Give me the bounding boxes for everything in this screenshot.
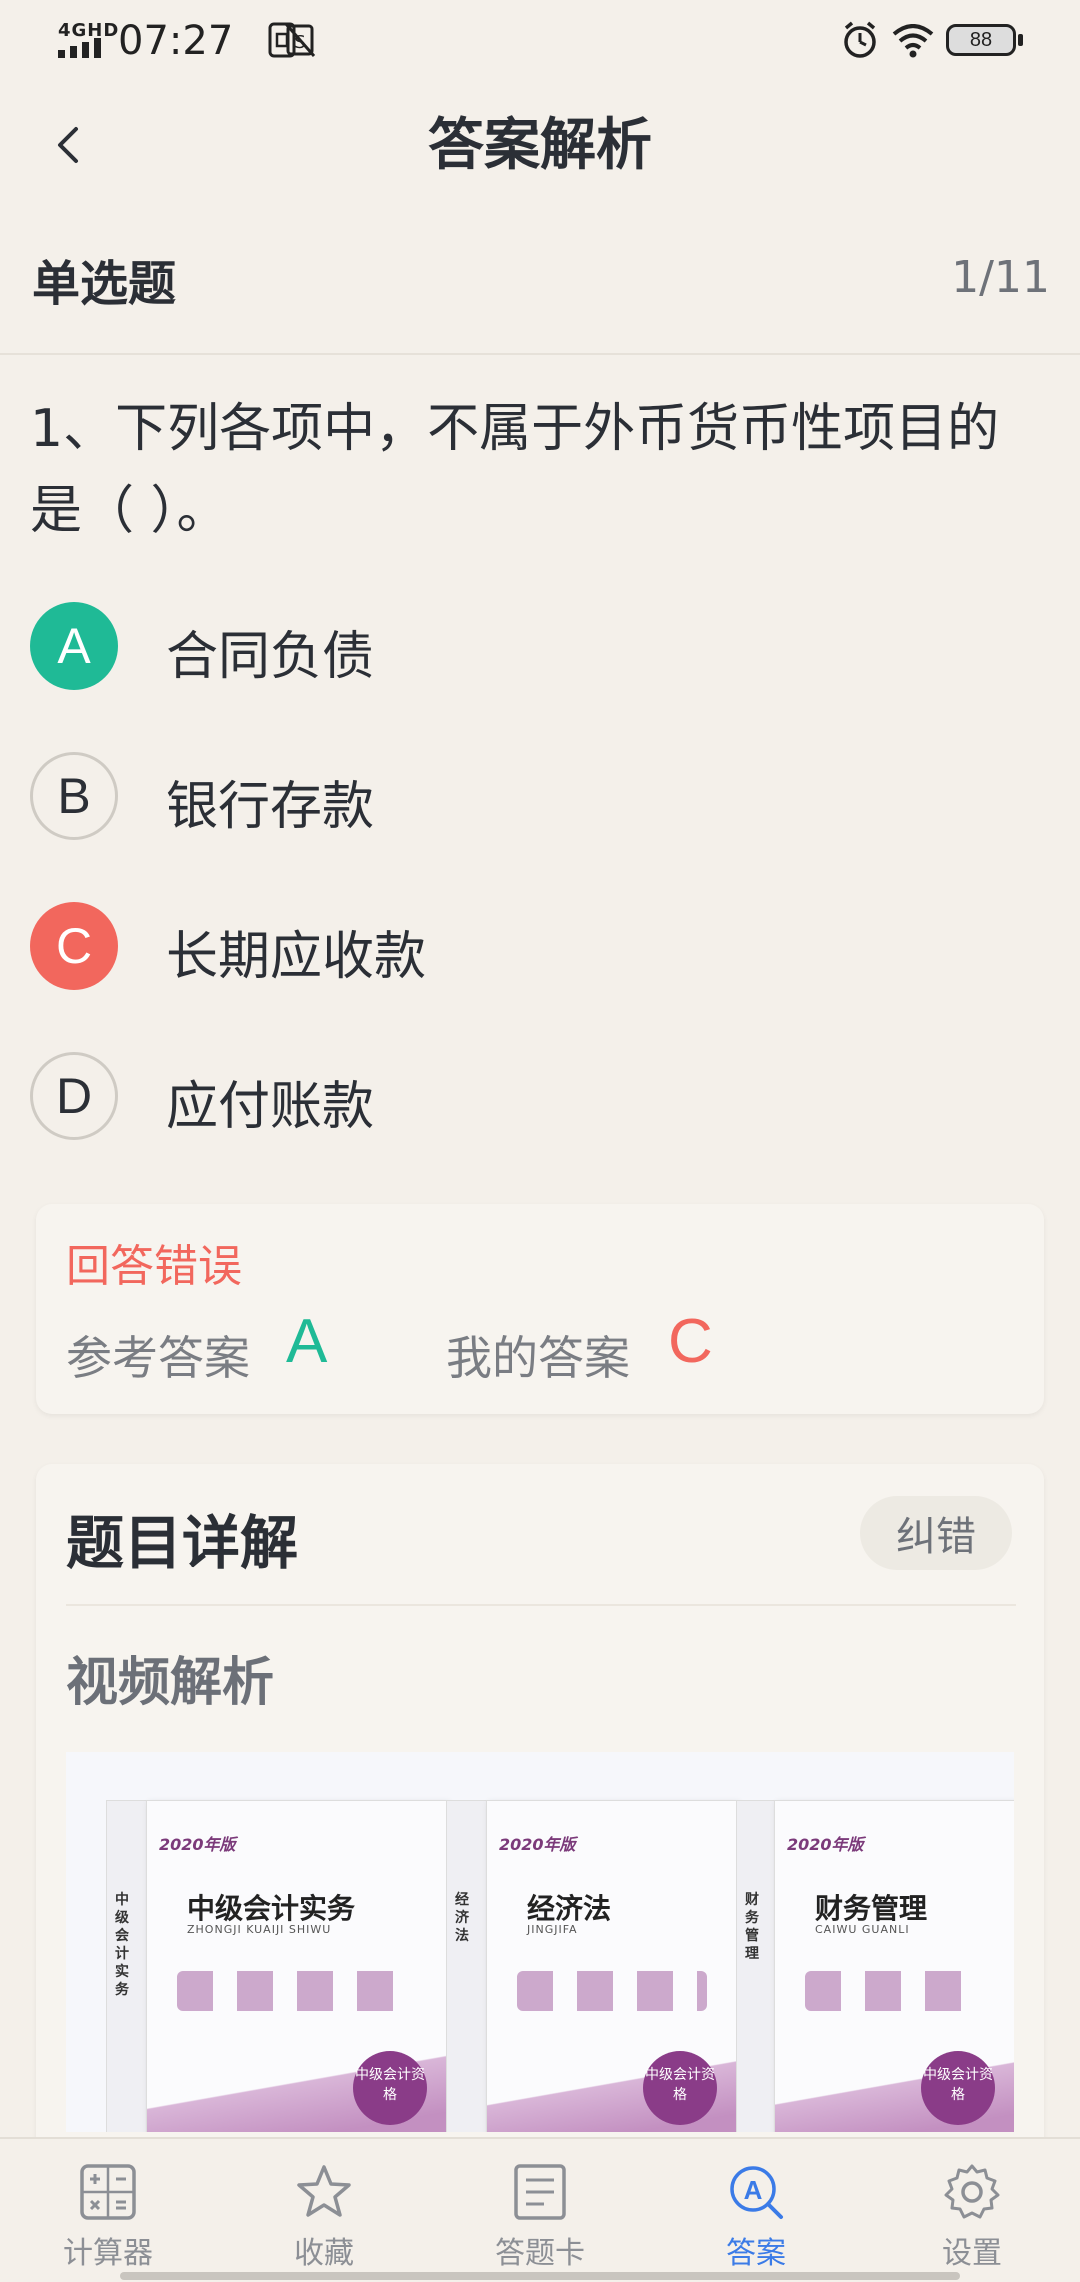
book-spine-title: 经济法 (455, 1892, 469, 1944)
option-letter-d: D (30, 1052, 118, 1140)
book-pinyin: ZHONGJI KUAIJI SHIWU (187, 1923, 332, 1936)
battery-tip (1018, 34, 1023, 46)
option-text-c: 长期应收款 (166, 927, 427, 987)
option-c[interactable]: C 长期应收款 (30, 902, 1030, 994)
question-text: 1、下列各项中，不属于外币货币性项目的是（ ）。 (30, 399, 1000, 541)
book-cover: 2020年版 财务管理 CAIWU GUANLI 中级会计资格 (774, 1800, 1014, 2132)
tab-settings[interactable]: 设置 (892, 2150, 1052, 2271)
book-cover: 2020年版 中级会计实务 ZHONGJI KUAIJI SHIWU 中级会计资… (146, 1800, 448, 2132)
reference-answer-value: A (286, 1307, 328, 1376)
alarm-icon (844, 21, 876, 58)
detail-title: 题目详解 (66, 1509, 299, 1577)
book-cover: 2020年版 经济法 JINGJIFA 中级会计资格 (486, 1800, 738, 2132)
divider (0, 353, 1080, 355)
option-b[interactable]: B 银行存款 (30, 752, 1030, 844)
reference-answer-label: 参考答案 (66, 1331, 250, 1385)
battery-icon: 88 (946, 24, 1016, 56)
book-pinyin: CAIWU GUANLI (815, 1923, 910, 1936)
option-text-b: 银行存款 (166, 777, 375, 837)
option-letter-a: A (30, 602, 118, 690)
option-letter-c: C (30, 902, 118, 990)
book-tags (517, 1971, 707, 2011)
tab-label: 答案 (726, 2236, 786, 2271)
answer-search-icon: A (730, 2166, 783, 2219)
video-section-title: 视频解析 (66, 1653, 275, 1713)
page-title: 答案解析 (428, 113, 652, 178)
book-spine: 中级会计实务 (106, 1800, 148, 2132)
video-player[interactable]: 中级会计实务 2020年版 中级会计实务 ZHONGJI KUAIJI SHIW… (66, 1752, 1014, 2132)
tab-calculator[interactable]: 计算器 (28, 2150, 188, 2271)
star-icon (297, 2165, 351, 2217)
book-spine: 财务管理 (736, 1800, 778, 2132)
wifi-icon (892, 24, 934, 58)
book-title: 财务管理 (815, 1892, 928, 1925)
option-d[interactable]: D 应付账款 (30, 1052, 1030, 1144)
book-seal: 中级会计资格 (353, 2051, 427, 2125)
option-a[interactable]: A 合同负债 (30, 602, 1030, 694)
my-answer-value: C (668, 1307, 713, 1376)
option-text-d: 应付账款 (166, 1077, 375, 1137)
tab-answer-card[interactable]: 答题卡 (460, 2150, 620, 2271)
tab-favorites[interactable]: 收藏 (244, 2150, 404, 2271)
answer-card-icon (514, 2164, 566, 2220)
home-indicator (120, 2272, 960, 2280)
book-year: 2020年版 (499, 1835, 576, 1854)
option-text-a: 合同负债 (166, 627, 375, 687)
question-type: 单选题 (32, 256, 177, 312)
book-year: 2020年版 (787, 1835, 864, 1854)
my-answer-label: 我的答案 (446, 1331, 630, 1385)
question-progress: 1/11 (951, 252, 1050, 303)
book-title: 经济法 (527, 1892, 612, 1925)
book-year: 2020年版 (159, 1835, 236, 1854)
gear-icon (944, 2164, 1000, 2219)
book-seal: 中级会计资格 (643, 2051, 717, 2125)
status-time: 07:27 (118, 18, 234, 64)
book-tags (805, 1971, 985, 2011)
book-pinyin: JINGJIFA (527, 1923, 578, 1936)
tab-label: 计算器 (63, 2236, 153, 2271)
status-bar: 4GHD 07:27 S 88 (0, 0, 1080, 80)
book-tags (177, 1971, 407, 2011)
book-spine-title: 中级会计实务 (115, 1892, 129, 1998)
tab-label: 答题卡 (495, 2236, 585, 2271)
battery-level: 88 (969, 29, 993, 51)
silent-icon: S (284, 23, 316, 57)
option-letter-b: B (30, 752, 118, 840)
tab-label: 收藏 (294, 2236, 354, 2271)
result-status: 回答错误 (66, 1241, 242, 1292)
tab-label: 设置 (942, 2236, 1002, 2271)
report-error-button[interactable]: 纠错 (860, 1496, 1012, 1570)
book-spine: 经济法 (446, 1800, 488, 2132)
book-title: 中级会计实务 (187, 1892, 356, 1925)
detail-divider (66, 1604, 1016, 1606)
signal-icon (58, 38, 101, 58)
calculator-icon (80, 2164, 136, 2220)
svg-text:A: A (744, 2175, 763, 2205)
book-spine-title: 财务管理 (745, 1892, 759, 1962)
book-seal: 中级会计资格 (921, 2051, 995, 2125)
tab-answer[interactable]: A 答案 (676, 2150, 836, 2271)
